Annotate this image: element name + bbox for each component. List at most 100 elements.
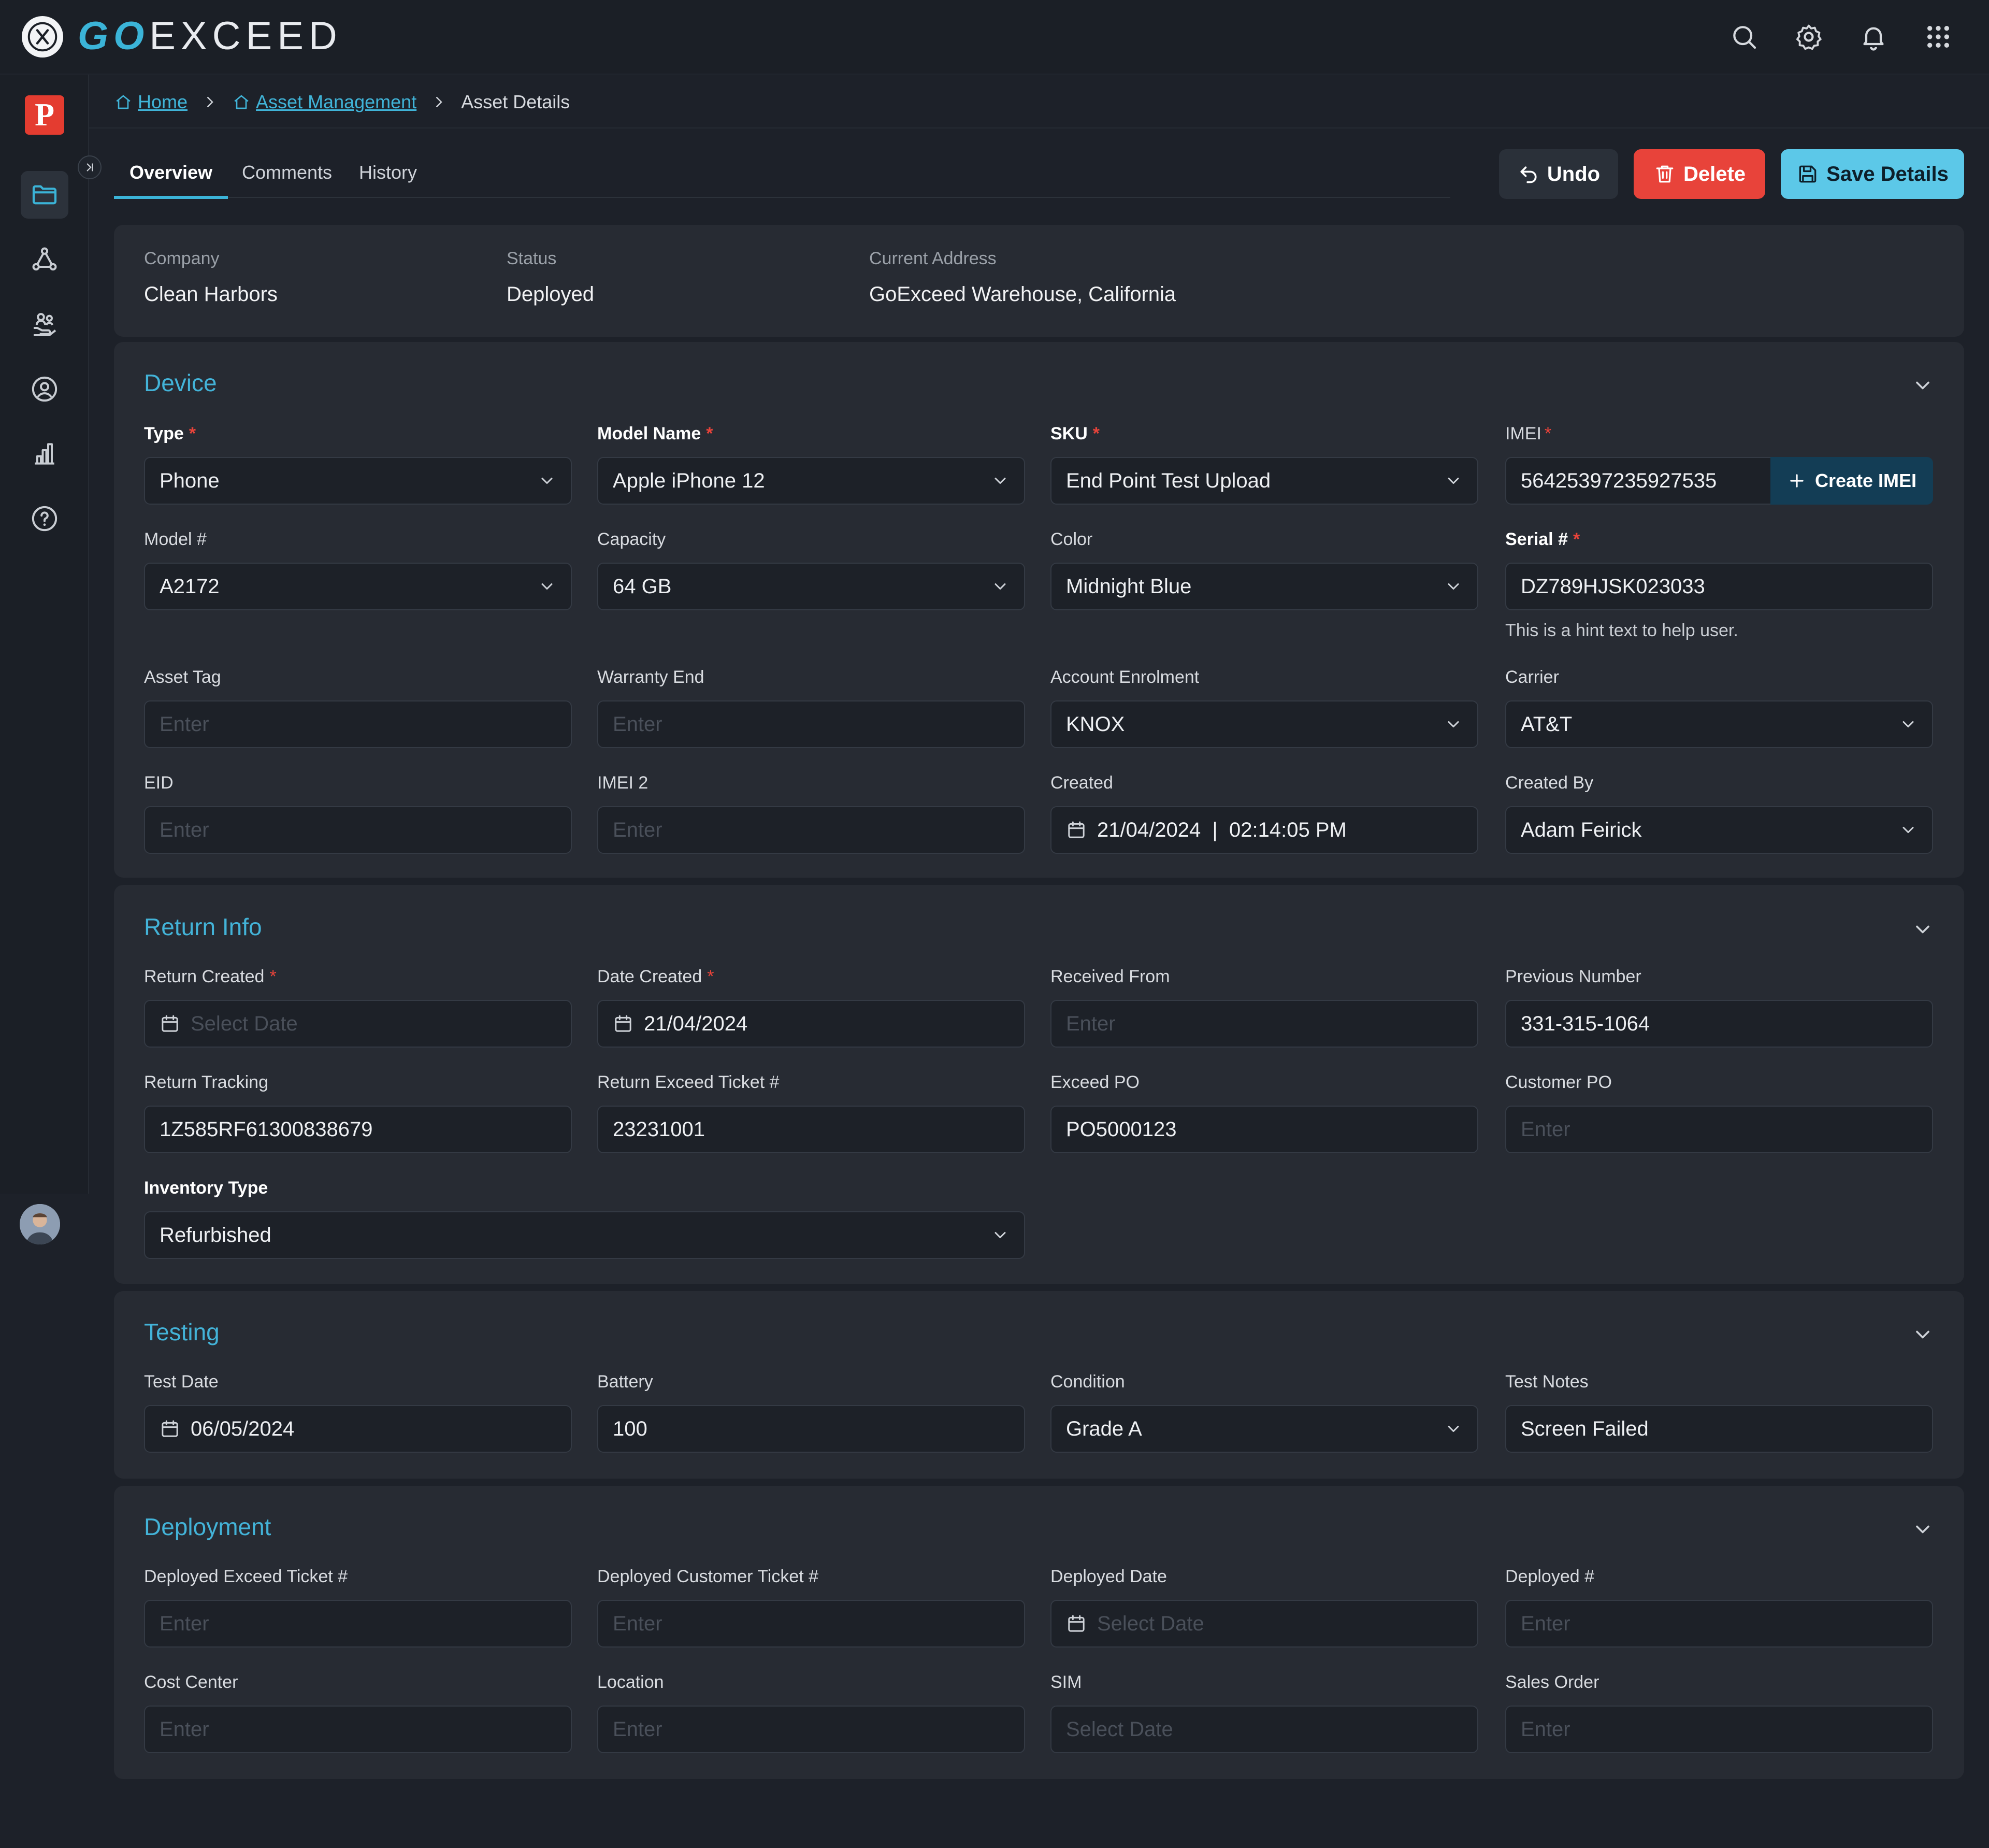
current-address-value: GoExceed Warehouse, California xyxy=(869,283,1176,306)
return-created-date-input[interactable]: Select Date xyxy=(144,1000,572,1048)
tab-history[interactable]: History xyxy=(359,162,417,196)
inventory-type-select[interactable]: Refurbished xyxy=(144,1211,1025,1259)
breadcrumb-asset-management-label[interactable]: Asset Management xyxy=(256,91,416,113)
location-label: Location xyxy=(597,1672,664,1692)
test-date-label: Test Date xyxy=(144,1372,219,1392)
delete-label: Delete xyxy=(1683,162,1746,185)
sim-input[interactable]: Select Date xyxy=(1050,1706,1478,1753)
deployed-number-input[interactable]: Enter xyxy=(1505,1600,1933,1648)
deployed-exceed-ticket-input[interactable]: Enter xyxy=(144,1600,572,1648)
tab-bar: Overview Comments History xyxy=(114,150,1450,199)
exceed-po-label: Exceed PO xyxy=(1050,1072,1140,1092)
delete-button[interactable]: Delete xyxy=(1634,149,1765,199)
chevron-down-icon[interactable] xyxy=(1911,918,1934,941)
calendar-icon xyxy=(613,1013,633,1034)
bell-icon[interactable] xyxy=(1855,19,1892,55)
test-notes-input[interactable]: Screen Failed xyxy=(1505,1405,1933,1453)
type-select[interactable]: Phone xyxy=(144,457,572,505)
eid-input[interactable]: Enter xyxy=(144,806,572,854)
sales-order-input[interactable]: Enter xyxy=(1505,1706,1933,1753)
serial-input[interactable]: DZ789HJSK023033 xyxy=(1505,563,1933,610)
company-label: Company xyxy=(144,249,220,268)
received-from-label: Received From xyxy=(1050,967,1170,986)
user-circle-icon[interactable] xyxy=(21,365,68,413)
date-created-input[interactable]: 21/04/2024 xyxy=(597,1000,1025,1048)
sim-label: SIM xyxy=(1050,1672,1082,1692)
model-name-select[interactable]: Apple iPhone 12 xyxy=(597,457,1025,505)
warranty-end-label: Warranty End xyxy=(597,667,704,687)
cost-center-label: Cost Center xyxy=(144,1672,238,1692)
location-input[interactable]: Enter xyxy=(597,1706,1025,1753)
chevron-down-icon xyxy=(1899,821,1918,839)
breadcrumb-home[interactable]: Home xyxy=(114,91,188,113)
chevron-down-icon[interactable] xyxy=(1911,374,1934,397)
workflow-icon[interactable] xyxy=(21,236,68,283)
org-logo[interactable]: P xyxy=(25,95,64,135)
apps-grid-icon[interactable] xyxy=(1920,19,1956,55)
created-by-select[interactable]: Adam Feirick xyxy=(1505,806,1933,854)
save-details-button[interactable]: Save Details xyxy=(1781,149,1964,199)
carrier-select[interactable]: AT&T xyxy=(1505,700,1933,748)
exceed-po-input[interactable]: PO5000123 xyxy=(1050,1106,1478,1153)
deployed-customer-ticket-label: Deployed Customer Ticket # xyxy=(597,1567,819,1586)
return-tracking-label: Return Tracking xyxy=(144,1072,268,1092)
condition-select[interactable]: Grade A xyxy=(1050,1405,1478,1453)
imei2-input[interactable]: Enter xyxy=(597,806,1025,854)
deployed-customer-ticket-input[interactable]: Enter xyxy=(597,1600,1025,1648)
sku-select[interactable]: End Point Test Upload xyxy=(1050,457,1478,505)
breadcrumb: Home Asset Management Asset Details xyxy=(114,88,570,116)
brand-go: GO xyxy=(78,14,150,58)
tab-comments[interactable]: Comments xyxy=(242,162,332,196)
plus-icon xyxy=(1790,474,1804,488)
tab-overview[interactable]: Overview xyxy=(114,162,228,199)
carrier-label: Carrier xyxy=(1505,667,1559,687)
header-divider xyxy=(89,127,1989,128)
warranty-end-input[interactable]: Enter xyxy=(597,700,1025,748)
gear-icon[interactable] xyxy=(1791,19,1827,55)
chevron-down-icon[interactable] xyxy=(1911,1323,1934,1346)
customer-po-input[interactable]: Enter xyxy=(1505,1106,1933,1153)
account-enrolment-select[interactable]: KNOX xyxy=(1050,700,1478,748)
undo-label: Undo xyxy=(1547,162,1601,185)
sidebar-collapse-toggle[interactable] xyxy=(78,155,102,179)
hand-users-icon[interactable] xyxy=(21,300,68,348)
search-icon[interactable] xyxy=(1726,19,1762,55)
deployed-date-input[interactable]: Select Date xyxy=(1050,1600,1478,1648)
app-logo[interactable] xyxy=(22,16,63,58)
return-created-label: Return Created * xyxy=(144,967,277,986)
imei-input[interactable]: 56425397235927535 xyxy=(1505,457,1775,505)
user-avatar[interactable] xyxy=(20,1204,60,1244)
save-icon xyxy=(1799,165,1817,183)
return-exceed-ticket-input[interactable]: 23231001 xyxy=(597,1106,1025,1153)
previous-number-input[interactable]: 331-315-1064 xyxy=(1505,1000,1933,1048)
chevron-down-icon xyxy=(1444,577,1463,596)
return-tracking-input[interactable]: 1Z585RF61300838679 xyxy=(144,1106,572,1153)
testing-section-title: Testing xyxy=(144,1319,220,1345)
created-datetime-input[interactable]: 21/04/2024 | 02:14:05 PM xyxy=(1050,806,1478,854)
inventory-type-label: Inventory Type xyxy=(144,1178,268,1198)
help-icon[interactable] xyxy=(21,495,68,542)
bar-chart-icon[interactable] xyxy=(21,430,68,478)
undo-icon xyxy=(1520,166,1537,183)
color-select[interactable]: Midnight Blue xyxy=(1050,563,1478,610)
folder-icon[interactable] xyxy=(21,171,68,219)
capacity-select[interactable]: 64 GB xyxy=(597,563,1025,610)
app-root: GOEXCEED P Home Asset Management Asset D… xyxy=(0,0,1989,1848)
battery-input[interactable]: 100 xyxy=(597,1405,1025,1453)
return-info-section-title: Return Info xyxy=(144,913,262,940)
cost-center-input[interactable]: Enter xyxy=(144,1706,572,1753)
asset-tag-input[interactable]: Enter xyxy=(144,700,572,748)
model-number-select[interactable]: A2172 xyxy=(144,563,572,610)
test-notes-label: Test Notes xyxy=(1505,1372,1589,1392)
chevron-down-icon[interactable] xyxy=(1911,1518,1934,1541)
deployed-number-label: Deployed # xyxy=(1505,1567,1595,1586)
test-date-input[interactable]: 06/05/2024 xyxy=(144,1405,572,1453)
undo-button[interactable]: Undo xyxy=(1499,149,1618,199)
sku-label: SKU * xyxy=(1050,424,1100,443)
breadcrumb-asset-management[interactable]: Asset Management xyxy=(232,91,416,113)
create-imei-button[interactable]: Create IMEI xyxy=(1770,457,1933,505)
condition-label: Condition xyxy=(1050,1372,1125,1392)
return-info-section: Return Info Return Created * Select Date … xyxy=(114,885,1964,1284)
received-from-input[interactable]: Enter xyxy=(1050,1000,1478,1048)
breadcrumb-home-label[interactable]: Home xyxy=(138,91,188,113)
